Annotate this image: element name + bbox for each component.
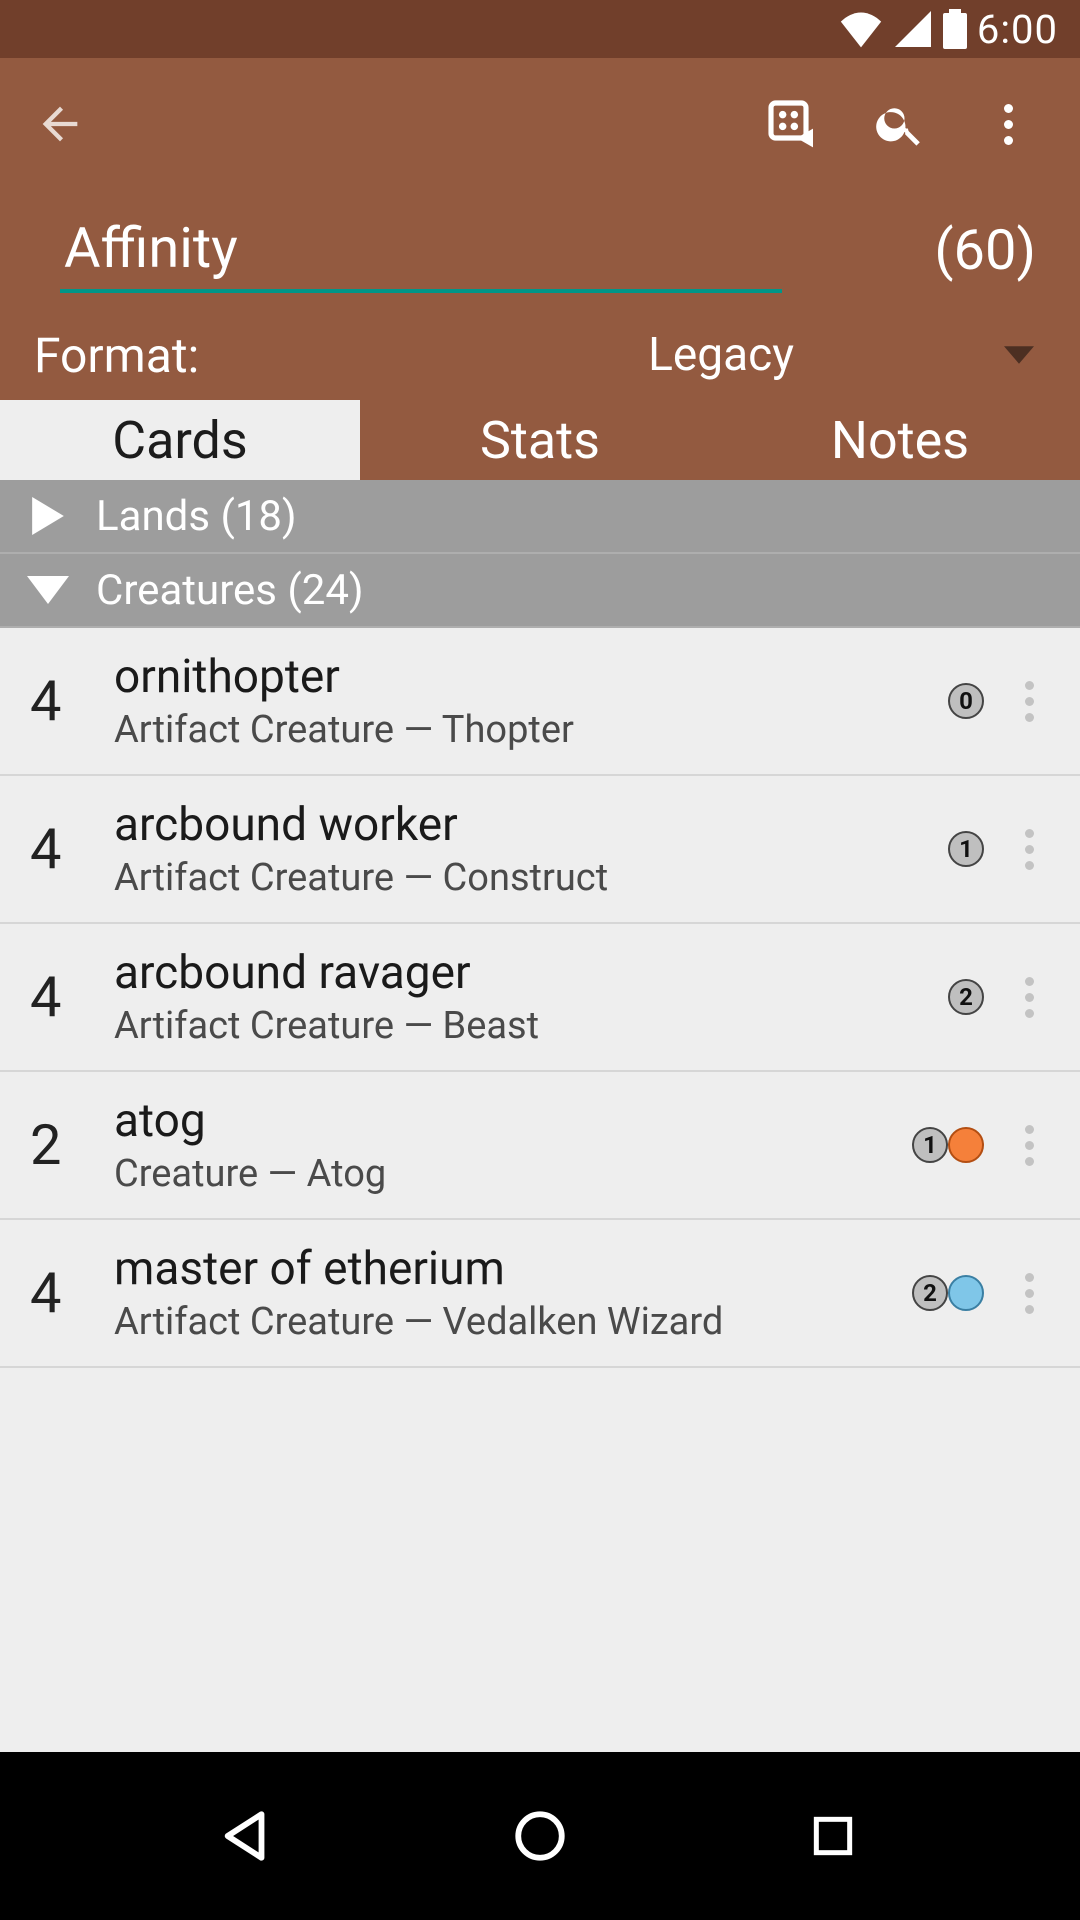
card-menu-button[interactable]	[1004, 669, 1054, 733]
tab-cards[interactable]: Cards	[0, 400, 360, 480]
chevron-down-icon	[1004, 346, 1034, 364]
signal-icon	[893, 9, 933, 49]
tabs: Cards Stats Notes	[0, 400, 1080, 480]
card-menu-button[interactable]	[1004, 817, 1054, 881]
card-name: arcbound ravager	[114, 946, 948, 1000]
overflow-icon	[1025, 829, 1034, 870]
mana-pip: 1	[948, 831, 984, 867]
section-label: Lands (18)	[96, 492, 297, 541]
tab-notes[interactable]: Notes	[720, 400, 1080, 480]
card-menu-button[interactable]	[1004, 965, 1054, 1029]
card-menu-button[interactable]	[1004, 1113, 1054, 1177]
expand-icon	[18, 497, 78, 535]
section-creatures[interactable]: Creatures (24)	[0, 554, 1080, 628]
card-type: Artifact Creature — Thopter	[114, 708, 948, 752]
section-label: Creatures (24)	[96, 566, 364, 615]
mana-cost: 1	[912, 1127, 984, 1163]
card-name: arcbound worker	[114, 798, 948, 852]
mana-cost: 2	[912, 1275, 984, 1311]
overflow-icon	[1025, 977, 1034, 1018]
format-label: Format:	[34, 327, 199, 384]
section-lands[interactable]: Lands (18)	[0, 480, 1080, 554]
card-name: atog	[114, 1094, 912, 1148]
card-qty: 4	[30, 964, 114, 1030]
battery-icon	[943, 9, 967, 49]
mana-cost: 1	[948, 831, 984, 867]
card-type: Artifact Creature — Beast	[114, 1004, 948, 1048]
format-dropdown[interactable]: Legacy	[648, 328, 1034, 382]
card-list: Lands (18) Creatures (24) 4ornithopterAr…	[0, 480, 1080, 1752]
card-qty: 4	[30, 668, 114, 734]
overflow-icon	[1004, 104, 1013, 145]
mana-cost: 0	[948, 683, 984, 719]
life-counter-button[interactable]	[738, 82, 846, 166]
deck-name-input[interactable]	[60, 207, 782, 293]
format-value: Legacy	[648, 328, 794, 382]
status-time: 6:00	[977, 6, 1058, 53]
card-row[interactable]: 4master of etheriumArtifact Creature — V…	[0, 1220, 1080, 1368]
nav-home-button[interactable]	[480, 1776, 600, 1896]
card-name: ornithopter	[114, 650, 948, 704]
overflow-icon	[1025, 1125, 1034, 1166]
android-nav-bar	[0, 1752, 1080, 1920]
mana-pip: 1	[912, 1127, 948, 1163]
mana-pip: 2	[912, 1275, 948, 1311]
mana-cost: 2	[948, 979, 984, 1015]
app-bar: (60) Format: Legacy Cards Stats Notes	[0, 58, 1080, 480]
card-type: Creature — Atog	[114, 1152, 912, 1196]
overflow-icon	[1025, 1273, 1034, 1314]
card-menu-button[interactable]	[1004, 1261, 1054, 1325]
back-button[interactable]	[18, 82, 102, 166]
nav-back-button[interactable]	[187, 1776, 307, 1896]
tab-stats[interactable]: Stats	[360, 400, 720, 480]
status-bar: 6:00	[0, 0, 1080, 58]
card-qty: 2	[30, 1112, 114, 1178]
nav-recent-button[interactable]	[773, 1776, 893, 1896]
overflow-menu-button[interactable]	[954, 82, 1062, 166]
card-row[interactable]: 4arcbound ravagerArtifact Creature — Bea…	[0, 924, 1080, 1072]
overflow-icon	[1025, 681, 1034, 722]
wifi-icon	[839, 9, 883, 49]
mana-pip	[948, 1275, 984, 1311]
collapse-icon	[18, 576, 78, 604]
card-qty: 4	[30, 1260, 114, 1326]
mana-pip: 2	[948, 979, 984, 1015]
mana-pip	[948, 1127, 984, 1163]
card-name: master of etherium	[114, 1242, 912, 1296]
mana-pip: 0	[948, 683, 984, 719]
card-row[interactable]: 4ornithopterArtifact Creature — Thopter0	[0, 628, 1080, 776]
search-button[interactable]	[846, 82, 954, 166]
card-row[interactable]: 2atogCreature — Atog1	[0, 1072, 1080, 1220]
card-qty: 4	[30, 816, 114, 882]
card-count: (60)	[934, 217, 1036, 283]
card-row[interactable]: 4arcbound workerArtifact Creature — Cons…	[0, 776, 1080, 924]
card-type: Artifact Creature — Construct	[114, 856, 948, 900]
card-type: Artifact Creature — Vedalken Wizard	[114, 1300, 912, 1344]
